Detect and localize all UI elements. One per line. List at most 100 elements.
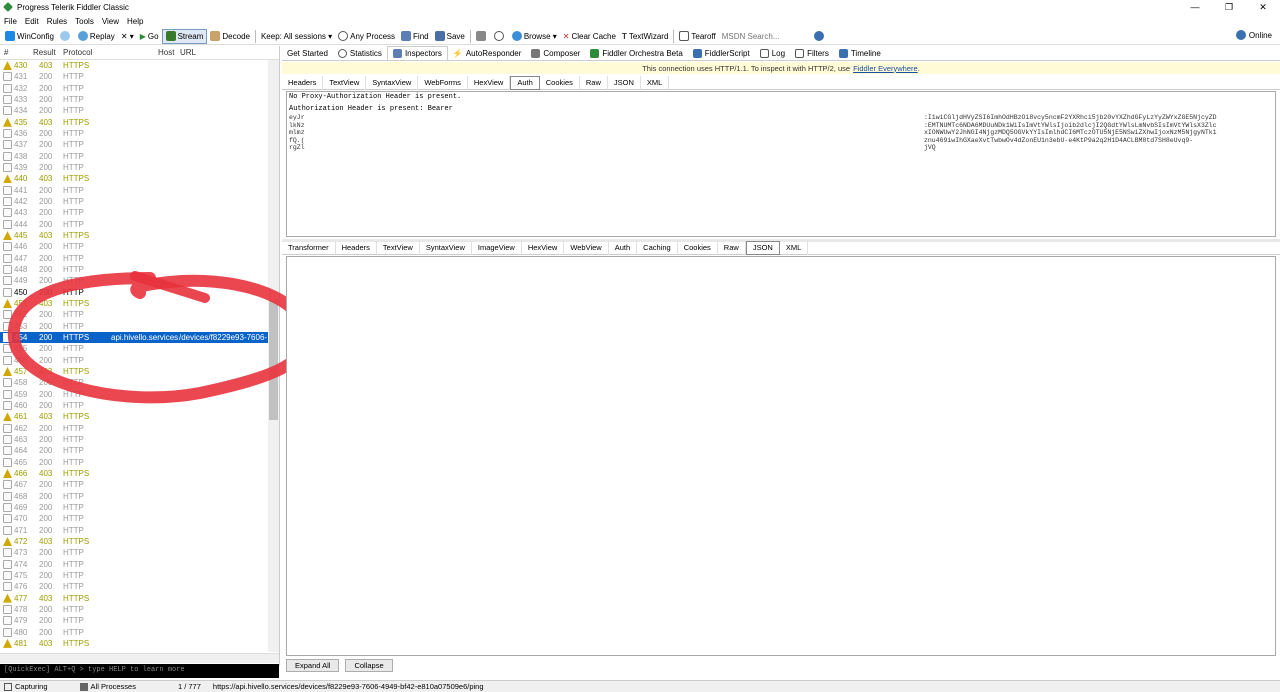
- quickexec-input[interactable]: [QuickExec] ALT+Q > type HELP to learn m…: [0, 664, 279, 678]
- col-result-header[interactable]: Result: [33, 48, 63, 57]
- request-tab-cookies[interactable]: Cookies: [540, 75, 580, 90]
- session-row[interactable]: 435 403 HTTPS: [0, 117, 279, 128]
- response-tab-webview[interactable]: WebView: [564, 240, 609, 255]
- session-row[interactable]: 470 200 HTTP: [0, 513, 279, 524]
- tab-autoresponder[interactable]: ⚡ AutoResponder: [448, 46, 527, 60]
- session-row[interactable]: 479 200 HTTP: [0, 615, 279, 626]
- response-tab-caching[interactable]: Caching: [637, 240, 678, 255]
- request-tab-auth[interactable]: Auth: [510, 75, 540, 90]
- session-row[interactable]: 473 200 HTTP: [0, 547, 279, 558]
- session-row[interactable]: 433 200 HTTP: [0, 94, 279, 105]
- tearoff-button[interactable]: Tearoff: [676, 29, 718, 44]
- session-row[interactable]: 472 403 HTTPS: [0, 536, 279, 547]
- request-tab-hexview[interactable]: HexView: [468, 75, 511, 90]
- col-url-header[interactable]: URL: [180, 48, 220, 57]
- response-tab-hexview[interactable]: HexView: [522, 240, 565, 255]
- process-filter[interactable]: All Processes: [79, 682, 148, 691]
- textwizard-button[interactable]: T TextWizard: [619, 29, 671, 44]
- tab-log[interactable]: Log: [755, 46, 790, 60]
- session-row[interactable]: 477 403 HTTPS: [0, 592, 279, 603]
- json-response-panel[interactable]: [286, 256, 1276, 656]
- session-row[interactable]: 474 200 HTTP: [0, 558, 279, 569]
- session-row[interactable]: 452 200 HTTP: [0, 309, 279, 320]
- response-tab-json[interactable]: JSON: [745, 240, 780, 255]
- tab-inspectors[interactable]: Inspectors: [386, 46, 448, 60]
- response-tab-xml[interactable]: XML: [780, 240, 809, 255]
- browse-button[interactable]: Browse ▾: [509, 29, 560, 44]
- session-row[interactable]: 468 200 HTTP: [0, 490, 279, 501]
- clear-cache-button[interactable]: ✕ Clear Cache: [560, 29, 619, 44]
- comment-button[interactable]: [57, 29, 75, 44]
- session-row[interactable]: 462 200 HTTP: [0, 423, 279, 434]
- tab-timeline[interactable]: Timeline: [834, 46, 886, 60]
- session-row[interactable]: 466 403 HTTPS: [0, 468, 279, 479]
- session-row[interactable]: 471 200 HTTP: [0, 524, 279, 535]
- session-row[interactable]: 431 200 HTTP: [0, 71, 279, 82]
- fiddler-everywhere-link[interactable]: Fiddler Everywhere: [853, 64, 918, 73]
- session-row[interactable]: 458 200 HTTP: [0, 377, 279, 388]
- msdn-search-box[interactable]: [719, 29, 811, 44]
- screenshot-button[interactable]: [473, 29, 491, 44]
- remove-button[interactable]: ✕ ▾: [118, 29, 137, 44]
- collapse-button[interactable]: Collapse: [345, 658, 393, 672]
- session-row[interactable]: 444 200 HTTP: [0, 219, 279, 230]
- session-row[interactable]: 436 200 HTTP: [0, 128, 279, 139]
- request-tab-textview[interactable]: TextView: [323, 75, 367, 90]
- menu-rules[interactable]: Rules: [47, 17, 67, 26]
- session-row[interactable]: 438 200 HTTP: [0, 151, 279, 162]
- session-row[interactable]: 441 200 HTTP: [0, 185, 279, 196]
- menu-help[interactable]: Help: [127, 17, 143, 26]
- save-button[interactable]: Save: [432, 29, 468, 44]
- session-row[interactable]: 449 200 HTTP: [0, 275, 279, 286]
- request-tab-json[interactable]: JSON: [608, 75, 641, 90]
- session-row[interactable]: 439 200 HTTP: [0, 162, 279, 173]
- menu-edit[interactable]: Edit: [25, 17, 39, 26]
- session-row[interactable]: 446 200 HTTP: [0, 241, 279, 252]
- request-tab-xml[interactable]: XML: [641, 75, 670, 90]
- sessions-horizontal-scrollbar[interactable]: [0, 653, 279, 663]
- response-tab-transformer[interactable]: Transformer: [282, 240, 336, 255]
- tab-fiddler-orchestra[interactable]: Fiddler Orchestra Beta: [585, 46, 687, 60]
- session-row[interactable]: 430 403 HTTPS: [0, 60, 279, 71]
- tab-get-started[interactable]: Get Started: [282, 46, 333, 60]
- session-row[interactable]: 453 200 HTTP: [0, 321, 279, 332]
- request-tab-raw[interactable]: Raw: [580, 75, 608, 90]
- session-row[interactable]: 450 200 HTTP: [0, 287, 279, 298]
- session-row[interactable]: 465 200 HTTP: [0, 456, 279, 467]
- session-row[interactable]: 467 200 HTTP: [0, 479, 279, 490]
- response-tab-textview[interactable]: TextView: [377, 240, 420, 255]
- session-row[interactable]: 454 200 HTTPS api.hivello.services/devices/…: [0, 331, 279, 344]
- restore-button[interactable]: ❐: [1212, 0, 1246, 14]
- menu-view[interactable]: View: [102, 17, 119, 26]
- help-button[interactable]: [811, 29, 829, 44]
- close-button[interactable]: ✕: [1246, 0, 1280, 14]
- replay-button[interactable]: Replay: [75, 29, 118, 44]
- session-row[interactable]: 455 200 HTTP: [0, 343, 279, 354]
- response-tab-headers[interactable]: Headers: [336, 240, 377, 255]
- session-row[interactable]: 442 200 HTTP: [0, 196, 279, 207]
- session-row[interactable]: 456 200 HTTP: [0, 355, 279, 366]
- session-row[interactable]: 459 200 HTTP: [0, 389, 279, 400]
- session-row[interactable]: 437 200 HTTP: [0, 139, 279, 150]
- session-row[interactable]: 476 200 HTTP: [0, 581, 279, 592]
- col-protocol-header[interactable]: Protocol: [63, 48, 158, 57]
- session-row[interactable]: 457 403 HTTPS: [0, 366, 279, 377]
- stream-button[interactable]: Stream: [161, 28, 208, 44]
- session-row[interactable]: 432 200 HTTP: [0, 83, 279, 94]
- response-tab-auth[interactable]: Auth: [609, 240, 638, 255]
- minimize-button[interactable]: —: [1178, 0, 1212, 14]
- session-row[interactable]: 445 403 HTTPS: [0, 230, 279, 241]
- go-button[interactable]: ▶ Go: [137, 29, 162, 44]
- auth-inspector-panel[interactable]: No Proxy-Authorization Header is present…: [286, 91, 1276, 237]
- msdn-search-input[interactable]: [721, 30, 808, 42]
- response-tab-raw[interactable]: Raw: [718, 240, 746, 255]
- session-row[interactable]: 461 403 HTTPS: [0, 411, 279, 422]
- session-row[interactable]: 481 403 HTTPS: [0, 638, 279, 649]
- tab-fiddlerscript[interactable]: FiddlerScript: [688, 46, 755, 60]
- session-row[interactable]: 448 200 HTTP: [0, 264, 279, 275]
- col-number-header[interactable]: #: [0, 48, 33, 57]
- session-row[interactable]: 469 200 HTTP: [0, 502, 279, 513]
- winconfig-button[interactable]: WinConfig: [2, 29, 57, 44]
- session-row[interactable]: 464 200 HTTP: [0, 445, 279, 456]
- any-process-button[interactable]: Any Process: [335, 29, 398, 44]
